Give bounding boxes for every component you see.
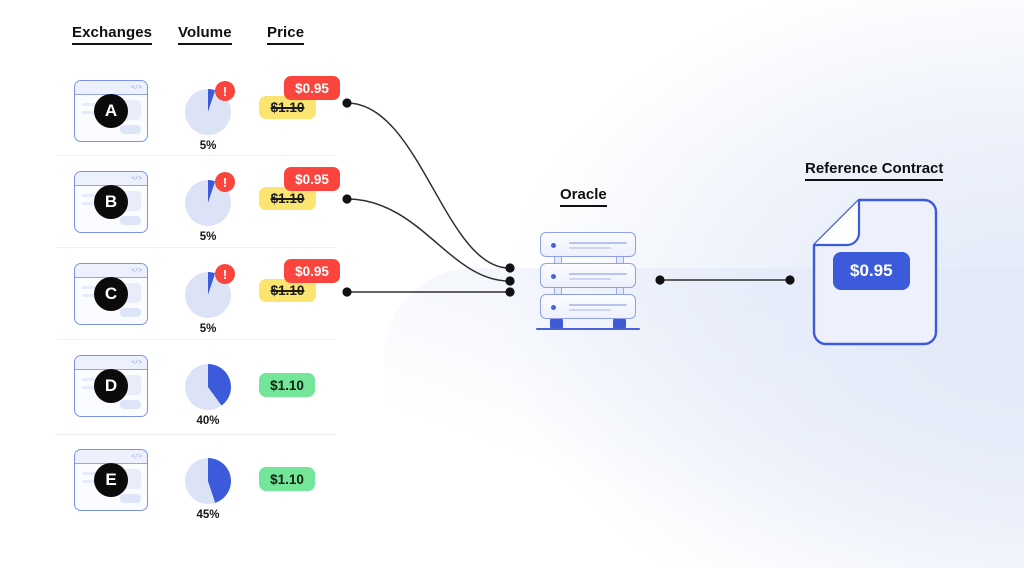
server-line-1 — [569, 242, 627, 244]
server-line-1 — [569, 304, 627, 306]
reference-contract-title: Reference Contract — [805, 160, 944, 181]
reference-contract-document[interactable]: $0.95 — [812, 198, 942, 353]
server-line-2 — [569, 278, 611, 280]
rack-foot-left — [550, 319, 563, 328]
server-status-led — [551, 242, 556, 248]
wire-dot-a-end — [505, 263, 515, 273]
wire-dot-b-start — [342, 194, 352, 204]
wire-a-to-oracle — [346, 102, 510, 269]
server-line-1 — [569, 273, 627, 275]
server-line-2 — [569, 309, 611, 311]
wire-dot-b-end — [505, 276, 515, 286]
wire-endpoints-left — [342, 98, 515, 297]
wire-dot-oracle-side — [655, 275, 665, 285]
wire-dot-c-end — [505, 287, 515, 297]
server-unit-2 — [540, 263, 636, 288]
server-unit-3 — [540, 294, 636, 319]
server-unit-1 — [540, 232, 636, 257]
rack-foot-right — [613, 319, 626, 328]
diagram-canvas: Exchanges Volume Price </> A 5%! $1.10 $0.95 </… — [0, 0, 1024, 568]
wire-dot-a-start — [342, 98, 352, 108]
server-status-led — [551, 304, 556, 310]
contract-price-badge: $0.95 — [833, 252, 910, 290]
server-line-2 — [569, 247, 611, 249]
oracle-title: Oracle — [560, 186, 607, 207]
wire-dot-contract-side — [785, 275, 795, 285]
server-status-led — [551, 273, 556, 279]
wire-dot-c-start — [342, 287, 352, 297]
wire-group-oracle-to-contract — [655, 275, 795, 285]
wire-group-exchanges-to-oracle — [346, 102, 510, 293]
wire-b-to-oracle — [346, 198, 510, 282]
